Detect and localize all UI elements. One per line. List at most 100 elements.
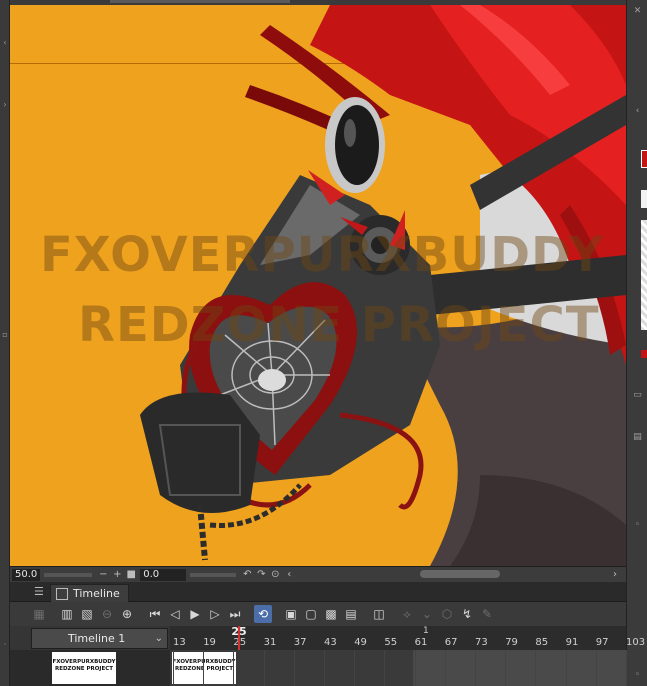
first-frame-icon[interactable]: ⏮ (146, 605, 164, 623)
ruler-tick-label: 79 (505, 637, 518, 648)
watermark-text-line1: FXOVERPURXBUDDY (40, 227, 605, 283)
play-icon[interactable]: ▶ (186, 605, 204, 623)
ruler-tick-label: 103 (626, 637, 646, 648)
tab-timeline[interactable]: Timeline (50, 584, 129, 602)
ruler-tick-label: 67 (444, 637, 458, 648)
chevron-down-icon: ⌄ (154, 633, 163, 644)
timeline-settings-icon[interactable]: ▧ (78, 605, 96, 623)
ruler-tick-label: 55 (384, 637, 398, 648)
frame-grid-line (173, 650, 174, 686)
timeline-selector[interactable]: Timeline 1 ⌄ (31, 628, 168, 649)
frame-grid-line (505, 650, 507, 686)
track-thumbnail-line1: FXOVERPURXBUDDY (52, 659, 116, 665)
light-table-icon[interactable]: ◫ (370, 605, 388, 623)
zoom-out-icon[interactable]: − (96, 569, 110, 580)
visibility-icon[interactable]: ◦ (629, 520, 646, 530)
pen-icon[interactable]: ✎ (478, 605, 496, 623)
last-frame-icon[interactable]: ⏭ (226, 605, 244, 623)
app-window: ‹ › ▫ · FXOVERPURXBUDDY REDZONE PROJECT … (0, 0, 647, 686)
pin-icon[interactable]: · (1, 640, 9, 650)
lock-icon[interactable]: ▫ (1, 330, 9, 340)
frame-grid-line (293, 650, 295, 686)
frame-grid-line (354, 650, 356, 686)
timeline-tab-icon (56, 588, 68, 600)
timeline-tab-bar: ☰ Timeline (10, 582, 626, 602)
timeline-selector-value: Timeline 1 (68, 632, 126, 645)
document-tab-highlight[interactable] (110, 0, 290, 3)
horizontal-scrollbar[interactable] (420, 570, 500, 578)
ruler-tick-label: 43 (324, 637, 337, 648)
transparent-swatch[interactable] (641, 220, 647, 330)
frame-grid-line (475, 650, 476, 686)
onion-skin-icon[interactable]: ▤ (342, 605, 360, 623)
ruler-tick-label: 61 (414, 637, 428, 648)
easing-icon[interactable]: ↯ (458, 605, 476, 623)
frame-grid-line (444, 650, 446, 686)
ruler-tick-label: 49 (354, 637, 367, 648)
color-swatch-sub[interactable] (641, 190, 647, 208)
add-keyframe-icon[interactable]: ⬡ (438, 605, 456, 623)
track-label-area: FXOVERPURXBUDDY REDZONE PROJECT (10, 650, 170, 686)
ruler-tick-label: 91 (565, 637, 579, 648)
close-icon[interactable]: ✕ (629, 6, 646, 16)
keyframe-icon[interactable]: ⟡ (398, 605, 416, 623)
ruler-tick-label: 19 (203, 637, 216, 648)
next-frame-icon[interactable]: ▷ (206, 605, 224, 623)
canvas-status-bar: 50.0 − + ■ 0.0 ↶ ↷ ⊙ ‹ › (10, 566, 626, 582)
keyframe-dropdown-icon[interactable]: ⌄ (418, 605, 436, 623)
rotate-right-icon[interactable]: ↷ (254, 569, 268, 580)
frame-grid-line (535, 650, 537, 686)
zoom-out-timeline-icon[interactable]: ⊖ (98, 605, 116, 623)
color-swatch-main[interactable] (641, 150, 647, 168)
layer-toggle-icon[interactable]: ▭ (629, 390, 646, 400)
panel-menu-icon[interactable]: ☰ (34, 585, 44, 598)
watermark-text-line2: REDZONE PROJECT (78, 297, 600, 353)
frame-grid-line (203, 650, 205, 686)
collapse-arrow-icon[interactable]: ‹ (1, 38, 9, 48)
ruler-tick-label: 37 (293, 637, 307, 648)
frame-grid-line (324, 650, 325, 686)
rotate-left-icon[interactable]: ↶ (240, 569, 254, 580)
zoom-in-icon[interactable]: + (110, 569, 124, 580)
rotation-field[interactable]: 0.0 (140, 568, 187, 581)
scroll-left-icon[interactable]: ‹ (282, 569, 296, 580)
ruler-tick-label: 31 (263, 637, 277, 648)
frame-grid-line (263, 650, 265, 686)
new-animation-folder-icon[interactable]: ▣ (282, 605, 300, 623)
panel-toggle-icon[interactable]: › (1, 100, 9, 110)
end-frame-marker[interactable]: 1 (423, 626, 429, 636)
frame-grid-line (384, 650, 386, 686)
zoom-slider[interactable] (44, 572, 93, 577)
right-panel-strip: ✕ ‹ ▭ ▤ ◦ ◦ (626, 0, 647, 686)
layer-lock-icon[interactable]: ▤ (629, 432, 646, 442)
zoom-in-timeline-icon[interactable]: ⊕ (118, 605, 136, 623)
timeline-toolbar: ▦ ▥ ▧ ⊖ ⊕ ⏮ ◁ ▶ ▷ ⏭ ⟲ ▣ ▢ ▩ ▤ ◫ ⟡ ⌄ ⬡ ↯ (10, 602, 626, 626)
frame-grid-line (595, 650, 597, 686)
color-history-swatch[interactable] (641, 350, 647, 358)
loop-icon[interactable]: ⟲ (254, 605, 272, 623)
visibility-icon-2[interactable]: ◦ (629, 670, 646, 680)
left-tool-strip: ‹ › ▫ · (0, 0, 10, 686)
ruler-tick-label: 13 (173, 637, 186, 648)
track-thumbnail-line2: REDZONE PROJECT (54, 666, 114, 672)
timeline-panel: ☰ Timeline ▦ ▥ ▧ ⊖ ⊕ ⏮ ◁ ▶ ▷ ⏭ ⟲ ▣ ▢ ▩ ▤ (10, 582, 645, 686)
track-thumbnail[interactable]: FXOVERPURXBUDDY REDZONE PROJECT (52, 652, 116, 684)
zoom-field[interactable]: 50.0 (12, 568, 41, 581)
new-animation-cel-icon[interactable]: ▢ (302, 605, 320, 623)
drawing-canvas[interactable]: FXOVERPURXBUDDY REDZONE PROJECT (10, 5, 626, 566)
specify-cels-icon[interactable]: ▩ (322, 605, 340, 623)
rotation-slider[interactable] (190, 572, 237, 577)
tab-timeline-label: Timeline (73, 587, 120, 600)
frame-grid-line (414, 650, 416, 686)
frame-grid-line (626, 650, 627, 686)
fit-icon[interactable]: ■ (124, 569, 138, 580)
reset-rotation-icon[interactable]: ⊙ (268, 569, 282, 580)
new-timeline-icon[interactable]: ▥ (58, 605, 76, 623)
frame-area[interactable]: FXOVERPURXBUDDY REDZONE PROJECT (170, 650, 627, 686)
chevron-left-icon[interactable]: ‹ (629, 106, 646, 116)
graph-icon[interactable]: ▦ (30, 605, 48, 623)
scroll-right-icon[interactable]: › (608, 569, 622, 580)
frame-grid-line (565, 650, 567, 686)
prev-frame-icon[interactable]: ◁ (166, 605, 184, 623)
timeline-tracks: FXOVERPURXBUDDY REDZONE PROJECT FXOVERPU… (10, 650, 627, 686)
